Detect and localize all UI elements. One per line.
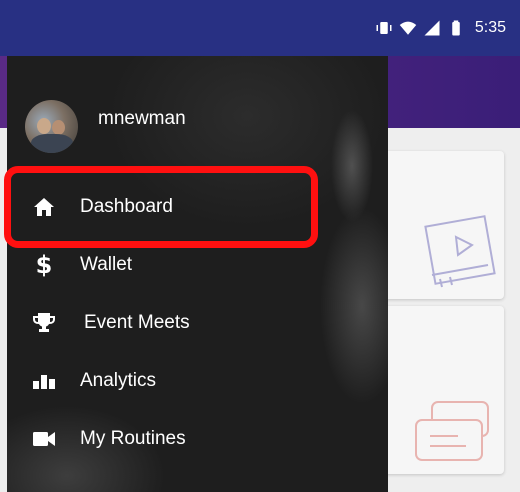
wifi-icon: [399, 21, 417, 35]
menu-item-wallet[interactable]: $ Wallet: [7, 236, 388, 294]
video-camera-icon: [32, 427, 56, 451]
menu-item-label: Dashboard: [80, 196, 173, 217]
navigation-drawer: mnewman Dashboard $ Wallet Event Meets A…: [7, 56, 388, 492]
vibrate-icon: [376, 22, 392, 34]
drawer-menu: Dashboard $ Wallet Event Meets Analytics…: [7, 178, 388, 468]
status-time: 5:35: [474, 19, 506, 36]
home-icon: [32, 195, 56, 219]
menu-item-analytics[interactable]: Analytics: [7, 352, 388, 410]
dollar-icon: $: [35, 251, 53, 279]
drawer-profile[interactable]: mnewman: [25, 100, 186, 153]
bar-chart-icon: [32, 369, 56, 393]
status-bar: 5:35: [0, 0, 520, 56]
message-icon: [415, 401, 489, 461]
trophy-icon: [32, 311, 56, 335]
username: mnewman: [98, 107, 186, 129]
menu-item-label: My Routines: [80, 428, 186, 449]
video-tutorial-icon: [424, 215, 496, 288]
menu-item-event-meets[interactable]: Event Meets: [7, 294, 388, 352]
menu-item-label: Event Meets: [84, 312, 190, 333]
signal-icon: [424, 20, 440, 36]
menu-item-dashboard[interactable]: Dashboard: [7, 178, 388, 236]
avatar[interactable]: [25, 100, 78, 153]
menu-item-label: Analytics: [80, 370, 157, 391]
battery-icon: [452, 20, 460, 36]
menu-item-my-routines[interactable]: My Routines: [7, 410, 388, 468]
menu-item-label: Wallet: [80, 254, 133, 275]
